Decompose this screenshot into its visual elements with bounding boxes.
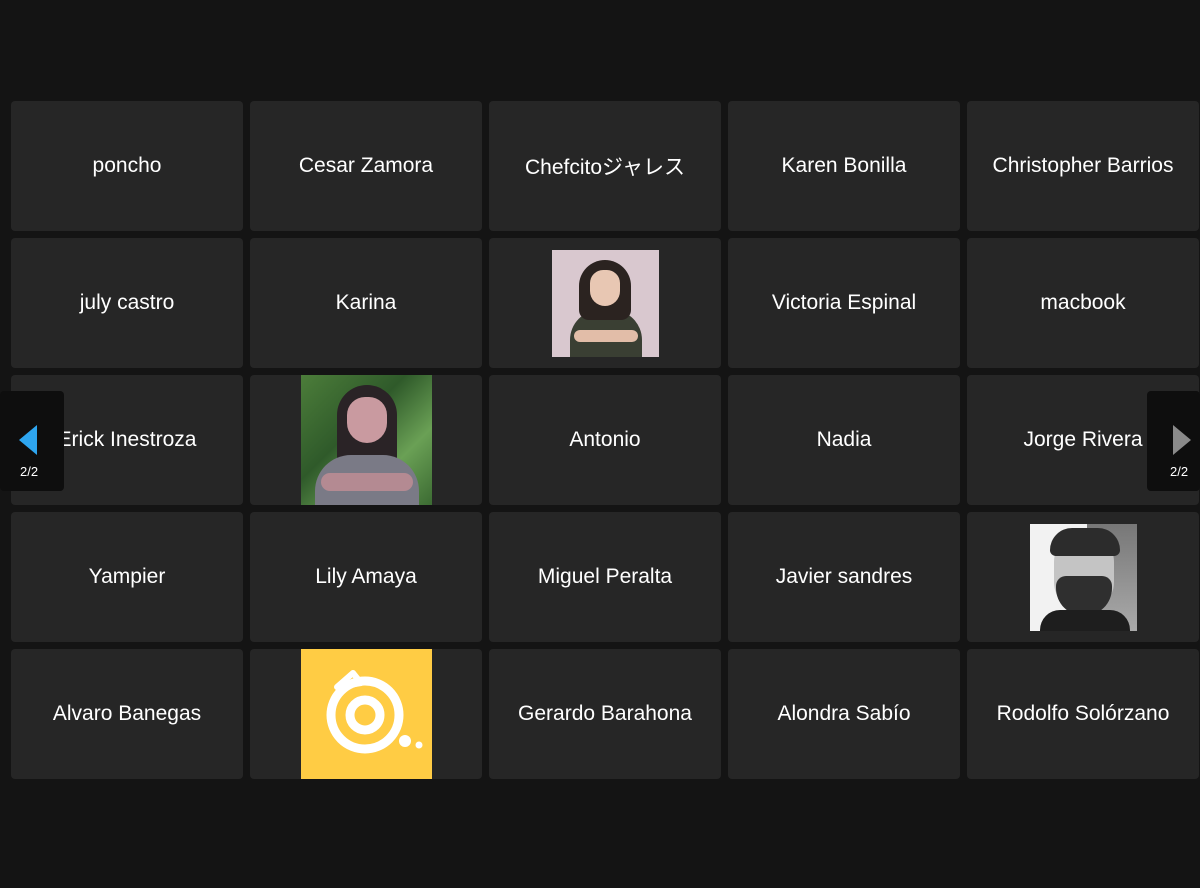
page-indicator: 2/2	[1170, 464, 1189, 479]
participant-avatar	[300, 375, 432, 505]
participant-tile[interactable]: Javier sandres	[728, 512, 960, 642]
participant-tile[interactable]: Victoria Espinal	[728, 238, 960, 368]
page-indicator: 2/2	[20, 464, 39, 479]
participant-tile[interactable]: Christopher Barrios	[967, 101, 1199, 231]
participant-tile[interactable]	[250, 375, 482, 505]
participant-name: Yampier	[88, 565, 166, 588]
participant-grid: poncho Cesar Zamora Chefcitoジャレス Karen Boni…	[11, 101, 1200, 779]
participant-name: Jorge Rivera	[1023, 428, 1143, 451]
next-page-button[interactable]: 2/2	[1147, 391, 1200, 491]
app-logo-icon	[326, 669, 422, 753]
participant-tile[interactable]: Yampier	[11, 512, 243, 642]
participant-name: Christopher Barrios	[992, 154, 1174, 177]
participant-avatar	[1029, 523, 1137, 631]
participant-name: Rodolfo Solórzano	[996, 702, 1170, 725]
participant-name: Alvaro Banegas	[52, 702, 202, 725]
participant-tile[interactable]: Chefcitoジャレス	[489, 101, 721, 231]
participant-name: Erick Inestroza	[57, 428, 197, 451]
participant-name: Cesar Zamora	[298, 154, 434, 177]
participant-avatar	[300, 649, 432, 779]
participant-tile[interactable]: Gerardo Barahona	[489, 649, 721, 779]
participant-name: Lily Amaya	[315, 565, 417, 588]
participant-name: Miguel Peralta	[537, 565, 673, 588]
participant-tile[interactable]: poncho	[11, 101, 243, 231]
participant-tile[interactable]: Nadia	[728, 375, 960, 505]
right-triangle-icon	[1173, 425, 1191, 455]
previous-page-button[interactable]: 2/2	[0, 391, 64, 491]
participant-tile[interactable]: Karen Bonilla	[728, 101, 960, 231]
participant-tile[interactable]	[250, 649, 482, 779]
participant-tile[interactable]: macbook	[967, 238, 1199, 368]
participant-name: Antonio	[569, 428, 641, 451]
participant-name: Gerardo Barahona	[518, 702, 692, 725]
participant-tile[interactable]: Miguel Peralta	[489, 512, 721, 642]
participant-tile[interactable]	[967, 512, 1199, 642]
participant-name: macbook	[1040, 291, 1126, 314]
participant-tile[interactable]: Karina	[250, 238, 482, 368]
participant-tile[interactable]	[489, 238, 721, 368]
participant-name: Javier sandres	[775, 565, 913, 588]
left-triangle-icon	[19, 425, 37, 455]
participant-name: poncho	[92, 154, 162, 177]
participant-name: Chefcitoジャレス	[525, 156, 685, 179]
participant-name: Karen Bonilla	[781, 154, 907, 177]
participant-avatar	[551, 249, 659, 357]
participant-tile[interactable]: Antonio	[489, 375, 721, 505]
participant-tile[interactable]: Alvaro Banegas	[11, 649, 243, 779]
participant-name: Karina	[335, 291, 397, 314]
participant-name: Nadia	[816, 428, 872, 451]
participant-tile[interactable]: Cesar Zamora	[250, 101, 482, 231]
participant-tile[interactable]: Alondra Sabío	[728, 649, 960, 779]
participant-tile[interactable]: Rodolfo Solórzano	[967, 649, 1199, 779]
participant-tile[interactable]: Lily Amaya	[250, 512, 482, 642]
participant-tile[interactable]: july castro	[11, 238, 243, 368]
participant-name: july castro	[79, 291, 175, 314]
participant-name: Alondra Sabío	[777, 702, 911, 725]
participant-name: Victoria Espinal	[771, 291, 917, 314]
gallery-view: poncho Cesar Zamora Chefcitoジャレス Karen Boni…	[0, 0, 1200, 888]
